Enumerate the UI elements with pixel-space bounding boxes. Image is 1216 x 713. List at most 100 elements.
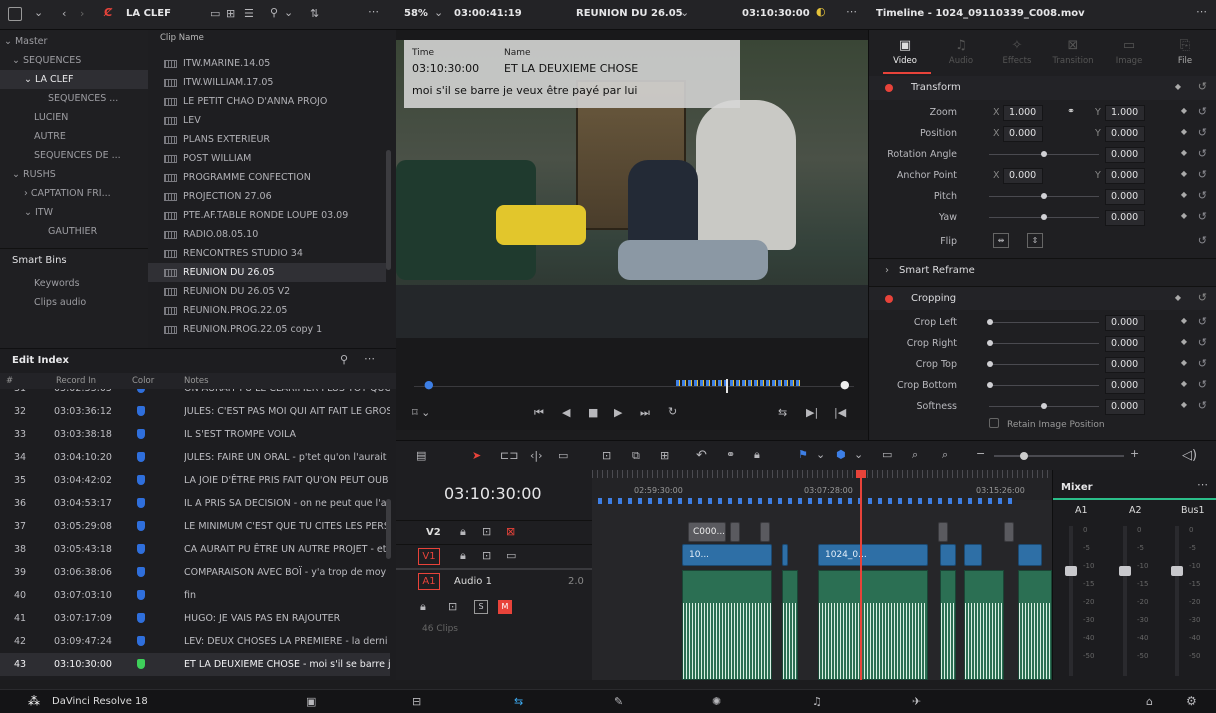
param-slider[interactable]: [989, 385, 1099, 386]
zoom-slider[interactable]: [994, 455, 1124, 457]
timeline-clip[interactable]: [1018, 544, 1042, 566]
keyframe-icon[interactable]: ◆: [1181, 358, 1187, 367]
keyframe-icon[interactable]: ◆: [1181, 400, 1187, 409]
reset-icon[interactable]: ↺: [1198, 357, 1207, 370]
bin-tree-item[interactable]: ⌄ RUSHS: [0, 165, 148, 184]
fader-knob[interactable]: [1119, 566, 1131, 576]
slider-knob[interactable]: [987, 340, 993, 346]
media-page-icon[interactable]: ▣: [306, 695, 316, 708]
param-y-value[interactable]: 0.000: [1105, 168, 1145, 184]
reset-icon[interactable]: ↺: [1198, 210, 1207, 223]
timeline-view-options-icon[interactable]: ▤: [416, 449, 426, 462]
edit-index-row[interactable]: 31 03:02:53:05 ON AURAIT PU LE CLARIFIER P…: [0, 389, 390, 400]
clip-row[interactable]: REUNION.PROG.22.05 copy 1: [148, 320, 386, 339]
inspector-tab[interactable]: ▭ Image: [1103, 36, 1155, 72]
edit-index-row[interactable]: 39 03:06:38:06 COMPARAISON AVEC BOÏ - y'a …: [0, 561, 390, 584]
play-reverse-icon[interactable]: ◀: [562, 406, 570, 419]
home-icon[interactable]: ⌂: [1146, 695, 1153, 708]
keyframe-icon[interactable]: ◆: [1175, 82, 1181, 91]
bin-tree-item[interactable]: LUCIEN: [0, 108, 148, 127]
settings-gear-icon[interactable]: ⚙: [1186, 694, 1197, 708]
zoom-custom-icon[interactable]: ⌕: [942, 448, 948, 462]
fairlight-page-icon[interactable]: ♫: [812, 695, 822, 708]
edit-index-row[interactable]: 43 03:10:30:00 ET LA DEUXIEME CHOSE - moi …: [0, 653, 390, 676]
lock-icon[interactable]: 🔒︎: [420, 600, 426, 614]
track-label-v1[interactable]: V1: [418, 548, 440, 565]
keyframe-icon[interactable]: ◆: [1181, 106, 1187, 115]
prev-frame-icon[interactable]: |◀: [834, 406, 846, 419]
timeline-clip[interactable]: [730, 522, 740, 542]
param-slider[interactable]: [989, 364, 1099, 365]
timeline-clip[interactable]: 10...: [682, 544, 772, 566]
selection-tool-icon[interactable]: ➤: [472, 449, 481, 462]
param-x-value[interactable]: 0.000: [1003, 126, 1043, 142]
blade-tool-icon[interactable]: ▭: [558, 449, 568, 462]
mixer-fader-strip[interactable]: 0 -5 -10 -15 -20 -30 -40 -50: [1171, 526, 1211, 676]
chevron-down-icon[interactable]: ⌄: [4, 36, 15, 47]
bin-tree-item[interactable]: ⌄ LA CLEF: [0, 70, 148, 89]
color-wheel-icon[interactable]: ◐: [816, 5, 826, 18]
marker-icon[interactable]: ⬢: [836, 448, 846, 461]
timeline-playhead[interactable]: [860, 470, 862, 680]
timeline-clip[interactable]: [964, 544, 982, 566]
more-icon[interactable]: ⋯: [1196, 5, 1207, 18]
smart-bin-keywords[interactable]: Keywords: [34, 278, 80, 289]
param-x-value[interactable]: 1.000: [1003, 105, 1043, 121]
chevron-right-icon[interactable]: ›: [24, 188, 31, 199]
track-label-a1[interactable]: A1: [418, 573, 440, 590]
param-value[interactable]: 0.000: [1105, 189, 1145, 205]
viewer-playhead[interactable]: [726, 379, 728, 393]
chevron-down-icon[interactable]: ⌄: [680, 6, 689, 19]
param-y-value[interactable]: 0.000: [1105, 126, 1145, 142]
clip-row[interactable]: POST WILLIAM: [148, 149, 386, 168]
enable-dot-icon[interactable]: [885, 295, 893, 303]
reset-icon[interactable]: ↺: [1198, 399, 1207, 412]
color-page-icon[interactable]: ✺: [712, 695, 721, 708]
audio-clip[interactable]: [1018, 570, 1052, 680]
param-value[interactable]: 0.000: [1105, 315, 1145, 331]
insert-clip-icon[interactable]: ⊡: [602, 449, 611, 462]
clip-row[interactable]: LE PETIT CHAO D'ANNA PROJO: [148, 92, 386, 111]
bin-tree-item[interactable]: AUTRE: [0, 127, 148, 146]
clip-row[interactable]: RADIO.08.05.10: [148, 225, 386, 244]
smart-bin-clips-audio[interactable]: Clips audio: [34, 297, 86, 308]
keyframe-icon[interactable]: ◆: [1181, 148, 1187, 157]
bin-tree-item[interactable]: ⌄ SEQUENCES: [0, 51, 148, 70]
timeline-markers[interactable]: [598, 498, 1018, 504]
forward-icon[interactable]: ›: [80, 7, 84, 20]
slider-knob[interactable]: [1041, 403, 1047, 409]
bin-tree-item[interactable]: ⌄ ITW: [0, 203, 148, 222]
reset-icon[interactable]: ↺: [1198, 147, 1207, 160]
audio-clip[interactable]: [964, 570, 1004, 680]
clip-row[interactable]: PTE.AF.TABLE RONDE LOUPE 03.09: [148, 206, 386, 225]
timeline-clip[interactable]: [760, 522, 770, 542]
flip-horizontal-icon[interactable]: ⇹: [993, 233, 1009, 248]
trim-tool-icon[interactable]: ⊏⊐: [500, 449, 518, 462]
cut-page-icon[interactable]: ⊟: [412, 695, 421, 708]
flip-vertical-icon[interactable]: ⇕: [1027, 233, 1043, 248]
timeline-clip[interactable]: [940, 544, 956, 566]
bin-tree-item[interactable]: SEQUENCES ...: [0, 89, 148, 108]
slider-knob[interactable]: [987, 361, 993, 367]
fader-track[interactable]: [1175, 526, 1179, 676]
edit-index-row[interactable]: 40 03:07:03:10 fin: [0, 584, 390, 607]
clip-row[interactable]: REUNION.PROG.22.05: [148, 301, 386, 320]
edit-index-row[interactable]: 35 03:04:42:02 LA JOIE D'ÊTRE PRIS FAIT QU…: [0, 469, 390, 492]
param-slider[interactable]: [989, 322, 1099, 323]
lock-icon[interactable]: 🔒︎: [754, 448, 760, 462]
timeline-clip[interactable]: 1024_0...: [818, 544, 928, 566]
audio-clip[interactable]: [782, 570, 798, 680]
timeline-clip[interactable]: [938, 522, 948, 542]
column-color[interactable]: Color: [132, 376, 154, 386]
zoom-out-icon[interactable]: −: [976, 447, 985, 460]
clip-row[interactable]: RENCONTRES STUDIO 34: [148, 244, 386, 263]
audio-clip[interactable]: [682, 570, 772, 680]
disable-track-icon[interactable]: ⊠: [506, 525, 515, 538]
clip-row[interactable]: ITW.WILLIAM.17.05: [148, 73, 386, 92]
clip-row[interactable]: REUNION DU 26.05: [148, 263, 386, 282]
column-notes[interactable]: Notes: [184, 376, 209, 386]
edit-index-row[interactable]: 34 03:04:10:20 JULES: FAIRE UN ORAL - p'te…: [0, 446, 390, 469]
auto-select-icon[interactable]: ⊡: [448, 600, 457, 613]
fusion-page-icon[interactable]: ✎: [614, 695, 623, 708]
chevron-down-icon[interactable]: ⌄: [816, 448, 825, 461]
